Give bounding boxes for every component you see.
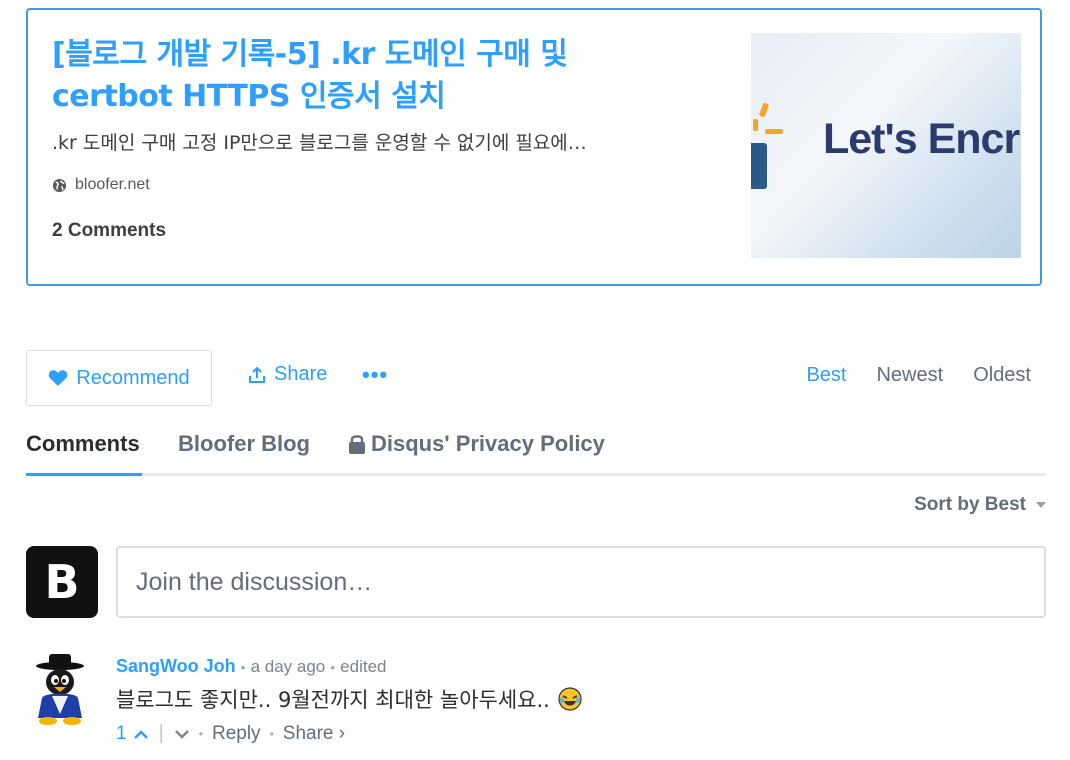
separator-dot: • [269,726,274,741]
article-domain: bloofer.net [52,176,150,194]
comment-header: SangWoo Joh • a day ago • edited [116,656,387,677]
chevron-down-icon [1036,502,1046,508]
article-description: .kr 도메인 구매 고정 IP만으로 블로그를 운영할 수 없기에 필요에… [52,132,587,154]
sort-tab-best[interactable]: Best [806,364,846,387]
tab-comments[interactable]: Comments [26,431,140,457]
thumbnail-text: Let's Encr [823,115,1020,163]
recommend-label: Recommend [76,366,190,389]
tab-bloofer-blog[interactable]: Bloofer Blog [178,431,310,457]
thumbnail-ray [765,129,783,134]
comment-input[interactable] [116,546,1046,618]
comment-author[interactable]: SangWoo Joh [116,656,236,677]
user-avatar[interactable]: B [26,546,98,618]
article-thumbnail[interactable]: Let's Encr [751,33,1021,258]
globe-icon [52,178,67,192]
article-title[interactable]: [블로그 개발 기록-5] .kr 도메인 구매 및 certbot HTTPS… [52,34,652,118]
downvote-button[interactable] [174,728,190,740]
sort-dropdown[interactable]: Sort by Best [914,494,1046,516]
comment-footer: 1 | • Reply • Share › [116,722,345,745]
reply-button[interactable]: Reply [212,723,261,745]
chevron-up-icon [133,729,148,739]
thumbnail-lock-shape [751,143,767,189]
active-tab-underline [26,473,142,476]
comment-text: 블로그도 좋지만.. 9월전까지 최대한 놀아두세요.. [116,688,550,712]
commenter-avatar[interactable] [28,654,92,726]
sort-tab-newest[interactable]: Newest [876,364,943,387]
thread-nav: Comments Bloofer Blog Disqus' Privacy Po… [26,422,1046,476]
comment-edited-label: edited [340,657,387,676]
recommend-button[interactable]: Recommend [26,350,212,406]
separator-dot: • [198,726,203,741]
disqus-thread: [블로그 개발 기록-5] .kr 도메인 구매 및 certbot HTTPS… [0,0,1070,760]
article-card[interactable]: [블로그 개발 기록-5] .kr 도메인 구매 및 certbot HTTPS… [26,8,1042,286]
comment-body: 블로그도 좋지만.. 9월전까지 최대한 놀아두세요.. [116,684,582,714]
sort-tabs: Best Newest Oldest [806,364,1031,387]
laughing-emoji-icon [558,687,582,711]
vote-count: 1 [116,722,127,744]
thumbnail-ray [753,119,758,131]
comment-share-button[interactable]: Share › [283,723,345,745]
more-options-button[interactable]: ••• [362,362,388,388]
upvote-button[interactable]: 1 [116,723,149,745]
sort-tab-oldest[interactable]: Oldest [973,364,1031,387]
vote-divider: | [158,722,164,744]
thumbnail-ray [758,102,770,118]
tab-privacy-policy[interactable]: Disqus' Privacy Policy [348,431,605,457]
separator-dot: • [240,659,246,675]
privacy-policy-label: Disqus' Privacy Policy [371,431,605,456]
lock-icon [349,435,365,454]
heart-icon [49,370,68,386]
separator-dot: • [330,659,336,675]
share-button[interactable]: Share [248,363,327,386]
share-icon [249,366,265,383]
article-comment-count[interactable]: 2 Comments [52,220,166,242]
share-label: Share [274,363,328,385]
chevron-down-icon [174,729,189,739]
article-domain-text: bloofer.net [75,176,150,193]
comment-timestamp[interactable]: a day ago [251,657,326,677]
sort-dropdown-label: Sort by Best [914,494,1026,515]
